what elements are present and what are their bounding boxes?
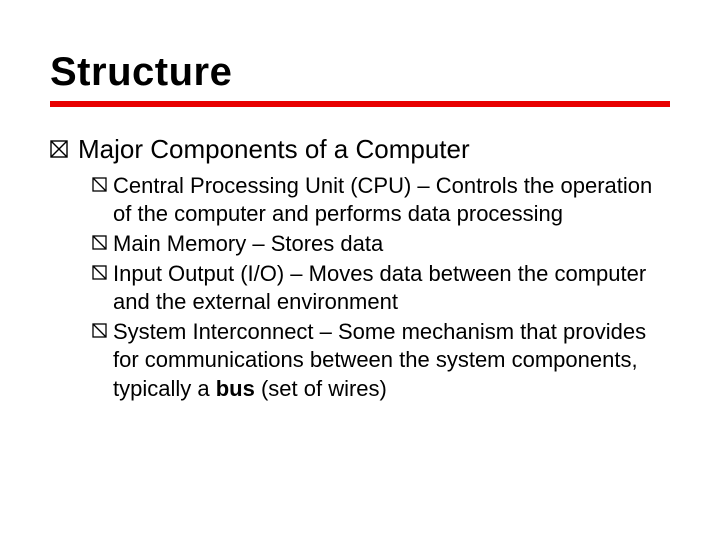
sub-bullet-list: Central Processing Unit (CPU) – Controls… bbox=[92, 172, 670, 403]
bullet-level2-text: Input Output (I/O) – Moves data between … bbox=[113, 260, 670, 316]
bullet-level2-text: System Interconnect – Some mechanism tha… bbox=[113, 318, 670, 402]
bullet-level2-text: Central Processing Unit (CPU) – Controls… bbox=[113, 172, 670, 228]
cross-square-icon bbox=[50, 140, 68, 158]
line-square-icon bbox=[92, 323, 107, 338]
bullet-level1-text: Major Components of a Computer bbox=[78, 133, 470, 166]
bullet-level2: System Interconnect – Some mechanism tha… bbox=[92, 318, 670, 402]
bullet-level2: Central Processing Unit (CPU) – Controls… bbox=[92, 172, 670, 228]
bullet-level2-text: Main Memory – Stores data bbox=[113, 230, 383, 258]
line-square-icon bbox=[92, 177, 107, 192]
bullet-level1: Major Components of a Computer bbox=[50, 133, 670, 166]
slide-title: Structure bbox=[50, 50, 670, 95]
title-underline bbox=[50, 101, 670, 107]
bullet-level2: Main Memory – Stores data bbox=[92, 230, 670, 258]
line-square-icon bbox=[92, 235, 107, 250]
line-square-icon bbox=[92, 265, 107, 280]
bullet-level2: Input Output (I/O) – Moves data between … bbox=[92, 260, 670, 316]
text-bold: bus bbox=[216, 376, 255, 401]
slide: Structure Major Components of a Computer… bbox=[0, 0, 720, 540]
text-suffix: (set of wires) bbox=[255, 376, 387, 401]
